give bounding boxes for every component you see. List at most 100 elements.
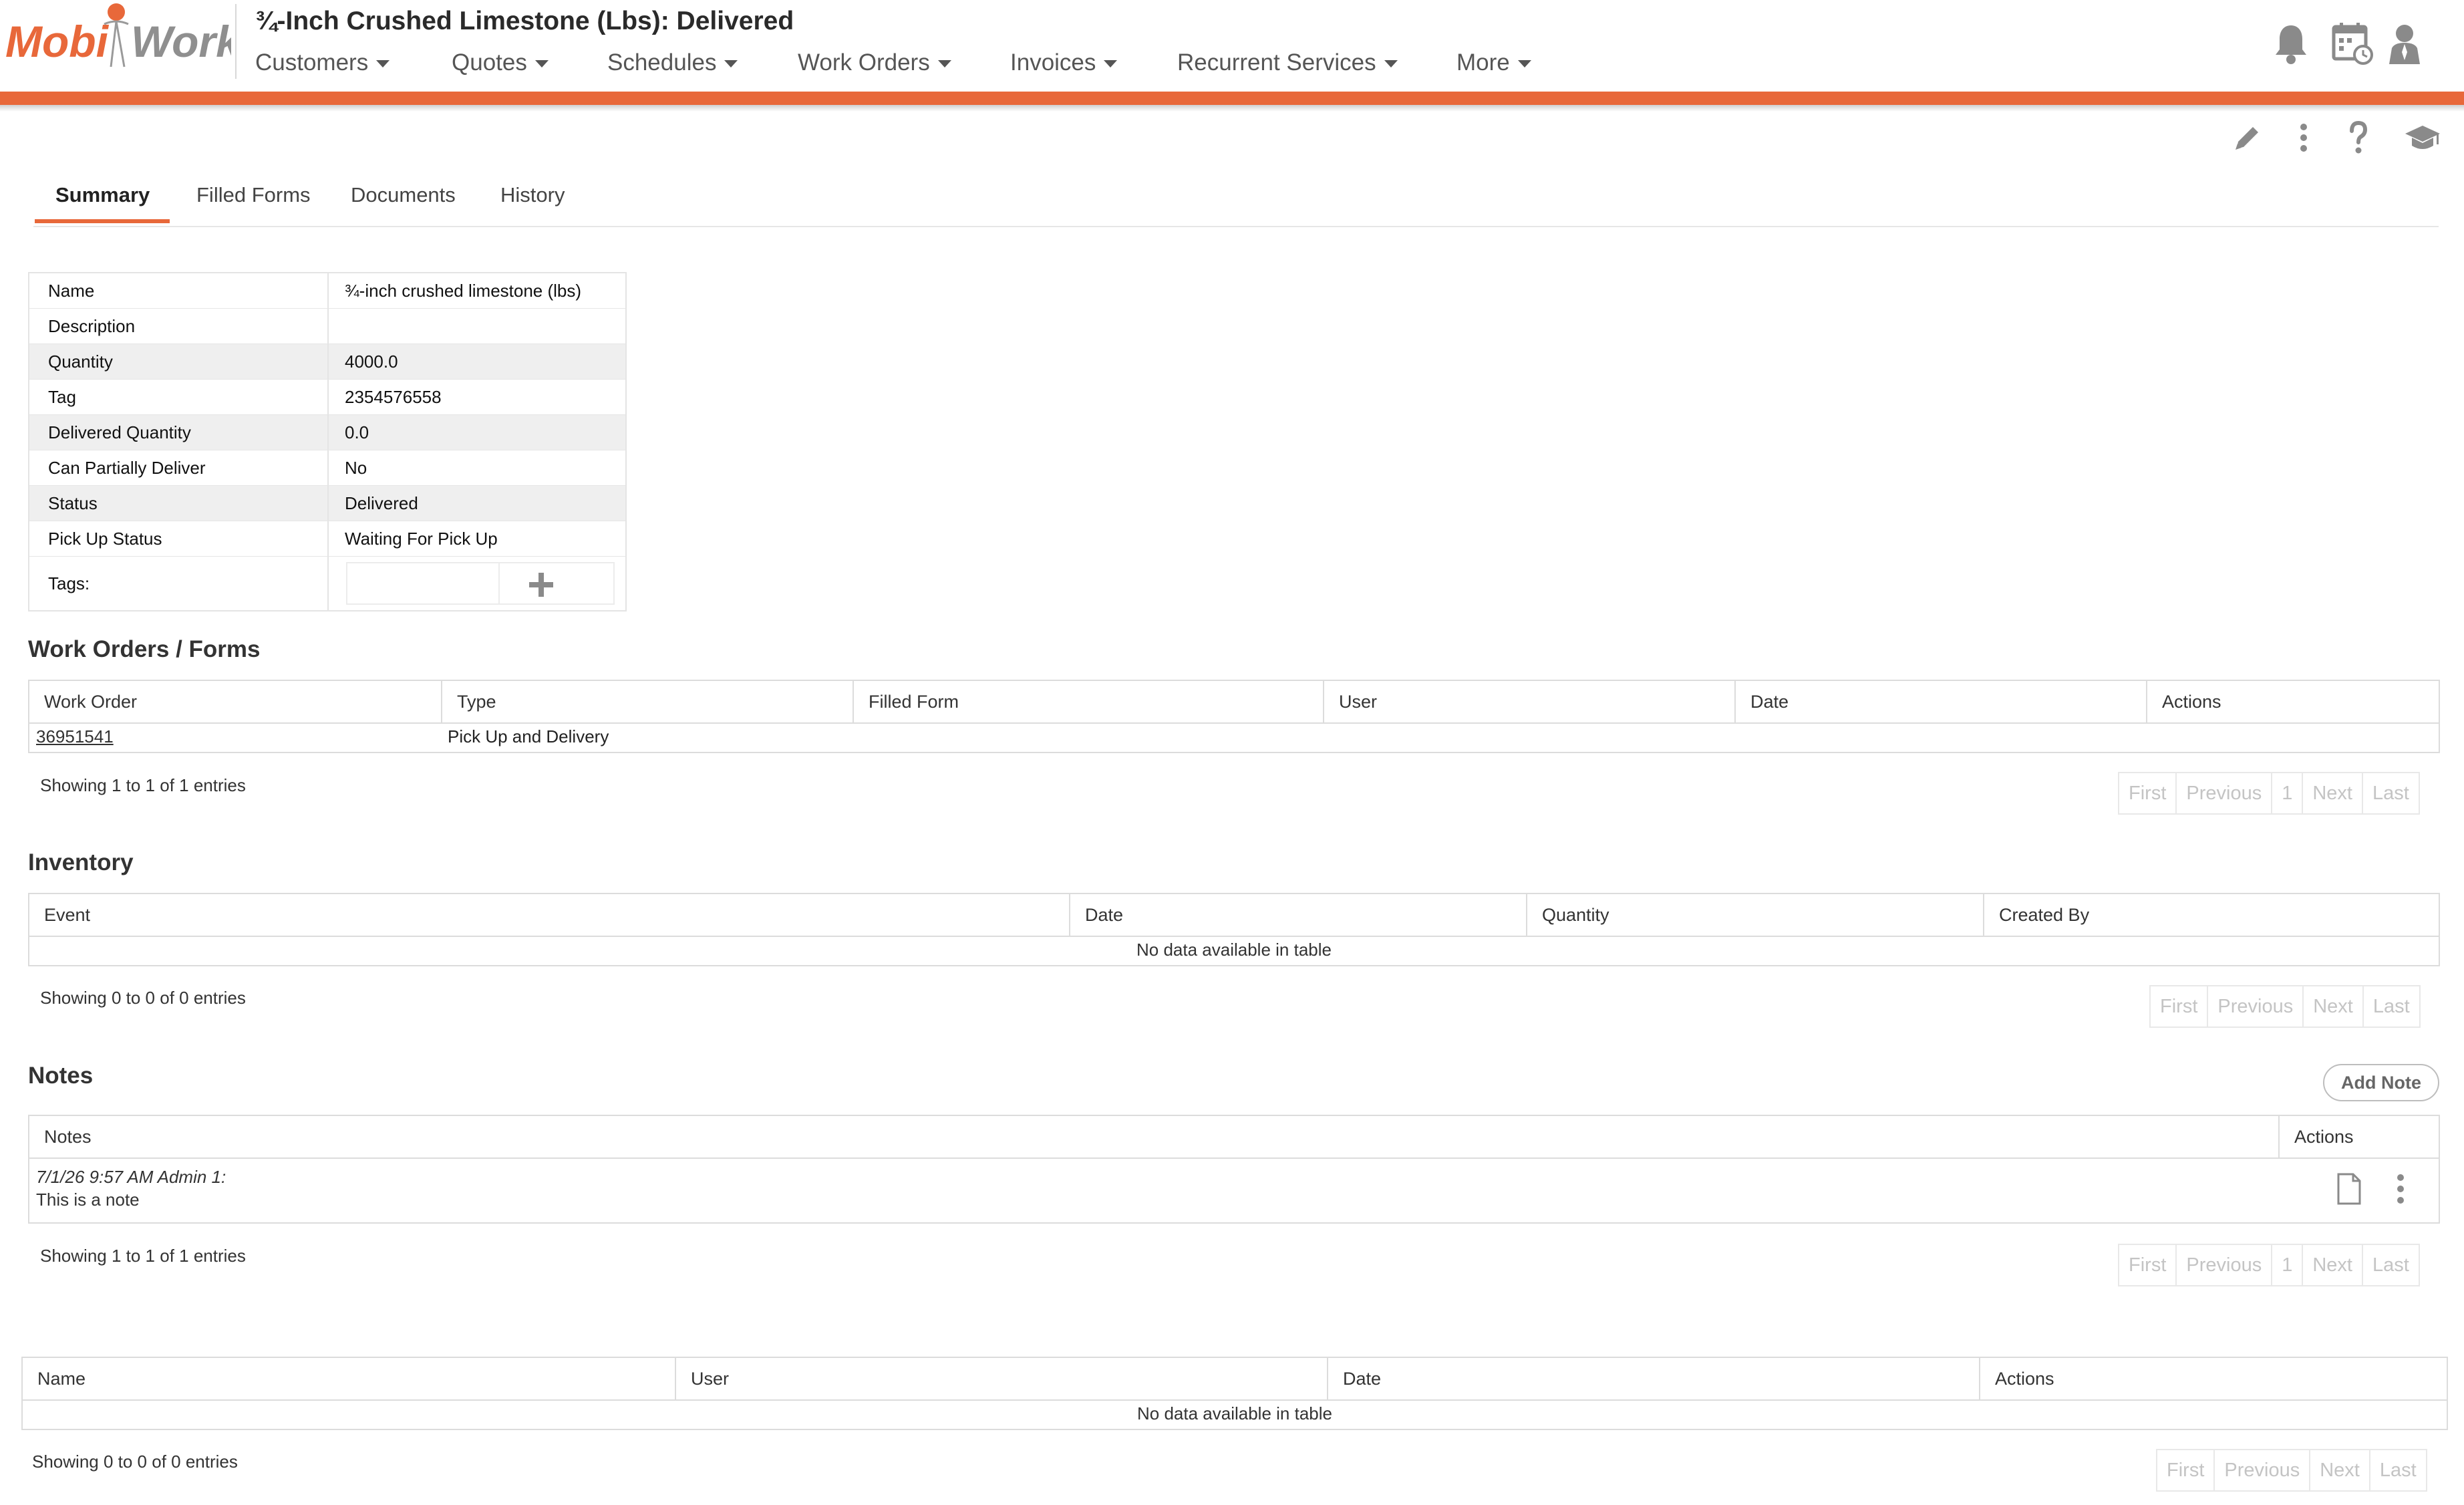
column-date[interactable]: Date: [1327, 1358, 1979, 1399]
nav-quotes[interactable]: Quotes: [452, 49, 549, 76]
header-accent-bar: [0, 92, 2464, 105]
detail-value: 4000.0: [345, 352, 398, 372]
pager-first[interactable]: First: [2151, 986, 2207, 1027]
add-tag-plus-icon[interactable]: [524, 567, 559, 602]
nav-label: Work Orders: [798, 49, 930, 76]
user-icon[interactable]: [2385, 21, 2424, 65]
more-vertical-icon[interactable]: [2285, 119, 2322, 156]
detail-row-tags: Tags:: [29, 557, 625, 610]
nav-label: More: [1456, 49, 1510, 76]
help-icon[interactable]: [2340, 119, 2377, 156]
documents-pagination: First Previous Next Last: [2156, 1449, 2427, 1492]
nav-label: Customers: [255, 49, 369, 76]
caret-down-icon: [937, 60, 951, 68]
column-date[interactable]: Date: [1734, 681, 2146, 722]
detail-label: Pick Up Status: [29, 521, 329, 556]
pager-page-1[interactable]: 1: [2271, 1245, 2302, 1285]
svg-text:Work: Work: [131, 17, 231, 66]
work-orders-table: Work Order Type Filled Form User Date Ac…: [28, 680, 2440, 753]
edit-pencil-icon[interactable]: [2229, 119, 2266, 156]
tags-input[interactable]: [346, 562, 615, 605]
column-actions[interactable]: Actions: [1979, 1358, 2447, 1399]
work-order-link[interactable]: 36951541: [36, 726, 114, 747]
detail-value: Delivered: [345, 493, 418, 513]
column-actions[interactable]: Actions: [2146, 681, 2439, 722]
nav-label: Recurrent Services: [1177, 49, 1376, 76]
work-orders-info: Showing 1 to 1 of 1 entries: [40, 775, 246, 795]
app-header: Mobi Work ¾-Inch Crushed Limestone (Lbs)…: [0, 0, 2464, 92]
table-header: Notes Actions: [29, 1116, 2439, 1159]
nav-invoices[interactable]: Invoices: [1010, 49, 1118, 76]
column-notes[interactable]: Notes: [29, 1116, 2278, 1157]
column-user[interactable]: User: [1323, 681, 1734, 722]
empty-table-message: No data available in table: [1136, 940, 1332, 960]
caret-down-icon: [1517, 60, 1531, 68]
nav-recurrent-services[interactable]: Recurrent Services: [1177, 49, 1398, 76]
tags-divider: [498, 563, 500, 603]
caret-down-icon: [534, 60, 549, 68]
note-more-vertical-icon[interactable]: [2391, 1172, 2411, 1206]
pager-next[interactable]: Next: [2302, 1245, 2362, 1285]
note-document-icon[interactable]: [2334, 1172, 2364, 1206]
column-event[interactable]: Event: [29, 894, 1069, 936]
table-header: Work Order Type Filled Form User Date Ac…: [29, 681, 2439, 724]
detail-row-pick-up-status: Pick Up Status Waiting For Pick Up: [29, 521, 625, 557]
tab-summary[interactable]: Summary: [55, 183, 150, 207]
column-filled-form[interactable]: Filled Form: [853, 681, 1323, 722]
detail-label: Status: [29, 486, 329, 521]
nav-more[interactable]: More: [1456, 49, 1531, 76]
pager-first[interactable]: First: [2119, 773, 2175, 813]
pager-next[interactable]: Next: [2302, 773, 2362, 813]
notes-pagination: First Previous 1 Next Last: [2118, 1244, 2420, 1286]
pager-next[interactable]: Next: [2309, 1450, 2369, 1490]
svg-text:Mobi: Mobi: [5, 17, 110, 66]
nav-work-orders[interactable]: Work Orders: [798, 49, 951, 76]
nav-customers[interactable]: Customers: [255, 49, 390, 76]
tutorial-graduation-cap-icon[interactable]: [2404, 119, 2441, 156]
pager-previous[interactable]: Previous: [2175, 1245, 2271, 1285]
work-orders-section-title: Work Orders / Forms: [28, 636, 261, 662]
detail-label: Can Partially Deliver: [29, 450, 329, 485]
mobiwork-logo[interactable]: Mobi Work: [4, 0, 243, 80]
note-text: This is a note: [36, 1190, 140, 1210]
pager-first[interactable]: First: [2157, 1450, 2213, 1490]
pager-next[interactable]: Next: [2302, 986, 2362, 1027]
pager-page-1[interactable]: 1: [2271, 773, 2302, 813]
column-work-order[interactable]: Work Order: [29, 681, 441, 722]
work-orders-pagination: First Previous 1 Next Last: [2118, 772, 2420, 815]
notes-section-title: Notes: [28, 1063, 94, 1089]
detail-row-delivered-quantity: Delivered Quantity 0.0: [29, 415, 625, 450]
nav-schedules[interactable]: Schedules: [607, 49, 738, 76]
pager-last[interactable]: Last: [2361, 773, 2419, 813]
pager-last[interactable]: Last: [2368, 1450, 2426, 1490]
detail-value: 2354576558: [345, 387, 442, 407]
active-tab-indicator: [35, 219, 170, 223]
tab-filled-forms[interactable]: Filled Forms: [196, 183, 311, 207]
pager-previous[interactable]: Previous: [2175, 773, 2271, 813]
column-actions[interactable]: Actions: [2278, 1116, 2439, 1157]
column-created-by[interactable]: Created By: [1983, 894, 2439, 936]
calendar-icon[interactable]: [2332, 21, 2373, 65]
note-meta: 7/1/26 9:57 AM Admin 1:: [36, 1167, 226, 1187]
detail-label: Description: [29, 309, 329, 344]
pager-previous[interactable]: Previous: [2213, 1450, 2309, 1490]
column-date[interactable]: Date: [1069, 894, 1526, 936]
bell-icon[interactable]: [2272, 21, 2310, 65]
detail-row-status: Status Delivered: [29, 486, 625, 521]
column-quantity[interactable]: Quantity: [1526, 894, 1983, 936]
pager-last[interactable]: Last: [2362, 986, 2419, 1027]
pager-first[interactable]: First: [2119, 1245, 2175, 1285]
tab-history[interactable]: History: [500, 183, 565, 207]
column-name[interactable]: Name: [23, 1358, 675, 1399]
pager-last[interactable]: Last: [2361, 1245, 2419, 1285]
inventory-section-title: Inventory: [28, 849, 134, 875]
detail-value: No: [345, 458, 367, 478]
pager-previous[interactable]: Previous: [2207, 986, 2302, 1027]
table-row: 7/1/26 9:57 AM Admin 1: This is a note: [29, 1159, 2439, 1224]
documents-info: Showing 0 to 0 of 0 entries: [32, 1452, 238, 1472]
add-note-button[interactable]: Add Note: [2323, 1064, 2439, 1101]
column-user[interactable]: User: [675, 1358, 1327, 1399]
tab-documents[interactable]: Documents: [351, 183, 456, 207]
column-type[interactable]: Type: [441, 681, 853, 722]
empty-table-message: No data available in table: [1137, 1403, 1332, 1423]
